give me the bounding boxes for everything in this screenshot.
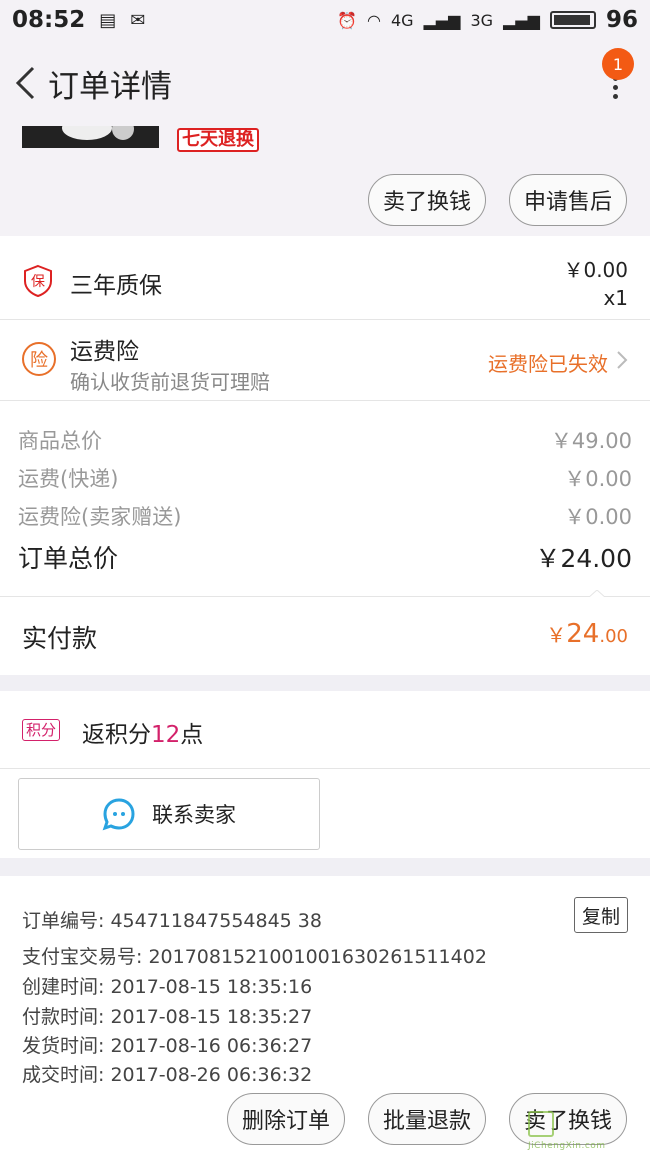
- message-icon: ✉: [130, 9, 146, 31]
- points-tag: 积分: [22, 719, 61, 741]
- signal-4g: 4G: [390, 10, 414, 30]
- warranty-qty: x1: [603, 286, 628, 310]
- paid-time: 付款时间: 2017-08-15 18:35:27: [22, 1006, 313, 1028]
- actual-paid-label: 实付款: [22, 624, 98, 653]
- battery-icon: [549, 11, 596, 29]
- batch-refund-button[interactable]: 批量退款: [368, 1093, 486, 1145]
- chevron-left-icon: [15, 66, 35, 100]
- request-aftersale-button[interactable]: 申请售后: [509, 174, 627, 226]
- site-watermark: JiChengXin.com: [528, 1107, 646, 1151]
- summary-label-shipping: 运费(快递): [18, 467, 119, 491]
- services-card: 保 三年质保 ￥0.00 x1 险 运费险 确认收货前退货可理赔 运费险已失效: [0, 236, 650, 400]
- completed-time: 成交时间: 2017-08-26 06:36:32: [22, 1064, 313, 1086]
- alarm-icon: ⏰: [337, 10, 358, 30]
- product-section: 七天退换 卖了换钱 申请售后: [0, 126, 650, 236]
- chat-bubble-icon: [102, 798, 135, 831]
- created-time: 创建时间: 2017-08-15 18:35:16: [22, 976, 313, 998]
- app-header: 订单详情 1: [0, 40, 650, 126]
- freight-insurance-label: 运费险: [70, 339, 139, 365]
- order-number: 订单编号: 454711847554845 38: [22, 910, 322, 932]
- insurance-icon: 险: [22, 342, 56, 376]
- divider: [0, 768, 650, 769]
- actual-paid-value: ￥24.00: [546, 619, 628, 649]
- order-total-value: ￥24.00: [535, 544, 632, 573]
- sell-for-cash-button[interactable]: 卖了换钱: [368, 174, 486, 226]
- signal-3g: 3G: [470, 10, 494, 30]
- summary-label-goods: 商品总价: [18, 429, 102, 453]
- order-total-label: 订单总价: [18, 544, 119, 573]
- summary-value-insurance: ￥0.00: [564, 505, 632, 529]
- status-time: 08:52: [12, 7, 86, 33]
- freight-insurance-status[interactable]: 运费险已失效: [488, 348, 608, 377]
- chevron-right-icon: [617, 351, 628, 369]
- wifi-icon: ◠: [367, 10, 381, 30]
- divider: [0, 319, 650, 320]
- notification-badge: 1: [602, 48, 634, 80]
- status-bar: 08:52 ▤ ✉ ⏰ ◠ 4G ▂▄▆ 3G ▂▄▆ 96: [0, 0, 650, 40]
- page-title: 订单详情: [48, 68, 172, 105]
- summary-value-goods: ￥49.00: [550, 429, 632, 453]
- signal-icon: ▂▄▆: [423, 10, 461, 30]
- order-info-card: 订单编号: 454711847554845 38 复制 支付宝交易号: 2017…: [0, 876, 650, 1086]
- contact-seller-label: 联系卖家: [152, 803, 236, 827]
- freight-insurance-desc: 确认收货前退货可理赔: [70, 370, 270, 394]
- copy-order-number-button[interactable]: 复制: [574, 897, 628, 933]
- warranty-shield-icon: 保: [24, 264, 52, 298]
- svg-text:保: 保: [31, 274, 45, 290]
- shipped-time: 发货时间: 2017-08-16 06:36:27: [22, 1035, 313, 1057]
- summary-label-insurance: 运费险(卖家赠送): [18, 505, 182, 529]
- points-text: 返积分12点: [82, 722, 204, 748]
- news-icon: ▤: [99, 9, 117, 31]
- back-button[interactable]: [6, 63, 46, 103]
- delete-order-button[interactable]: 删除订单: [227, 1093, 345, 1145]
- footer-action-bar: 删除订单 批量退款 卖了换钱 JiChengXin.com: [0, 1085, 650, 1155]
- warranty-label: 三年质保: [70, 273, 162, 299]
- summary-value-shipping: ￥0.00: [564, 467, 632, 491]
- return-policy-tag: 七天退换: [177, 128, 259, 152]
- alipay-trade-number: 支付宝交易号: 2017081521001001630261511402: [22, 946, 487, 968]
- points-contact-card: 积分 返积分12点 联系卖家: [0, 691, 650, 858]
- contact-seller-button[interactable]: 联系卖家: [18, 778, 320, 850]
- warranty-price: ￥0.00: [563, 258, 628, 282]
- product-thumbnail[interactable]: [22, 126, 159, 148]
- signal-icon-2: ▂▄▆: [503, 10, 540, 30]
- actual-paid-row: 实付款 ￥24.00: [0, 597, 650, 675]
- price-summary: 商品总价 ￥49.00 运费(快递) ￥0.00 运费险(卖家赠送) ￥0.00…: [0, 401, 650, 596]
- battery-level: 96: [605, 7, 638, 33]
